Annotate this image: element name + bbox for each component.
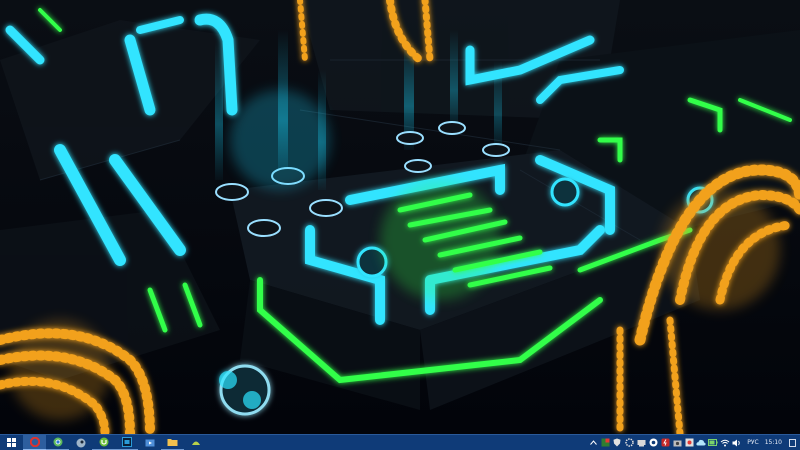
language-indicator[interactable]: РУС [747, 439, 758, 446]
chevron-up-icon[interactable] [588, 438, 598, 448]
taskbar-app-explorer[interactable] [161, 435, 184, 450]
utorrent-icon [99, 437, 108, 446]
record-icon[interactable] [684, 438, 694, 448]
wifi-icon[interactable] [720, 438, 730, 448]
clock[interactable]: 15:10 [765, 439, 782, 446]
wallpaper-neon-machinery [0, 0, 800, 434]
taskbar: РУС 15:10 [0, 434, 800, 450]
speaker-icon[interactable] [648, 438, 658, 448]
video-player-icon [145, 439, 154, 446]
network-device-icon[interactable] [636, 438, 646, 448]
taskbar-app-video[interactable] [138, 435, 161, 450]
windows-logo-icon [7, 438, 16, 447]
photoshop-icon [121, 436, 132, 447]
flash-icon[interactable] [660, 438, 670, 448]
taskbar-app-utorrent[interactable] [92, 435, 115, 450]
action-center-icon[interactable] [788, 438, 796, 448]
desktop: РУС 15:10 [0, 0, 800, 450]
taskbar-app-media[interactable] [184, 435, 207, 450]
chrome-browser-icon [53, 437, 62, 446]
file-explorer-icon [167, 438, 178, 446]
steam-app-icon [76, 438, 85, 447]
media-app-icon [191, 441, 200, 445]
start-button[interactable] [0, 435, 23, 450]
shield-icon[interactable] [612, 438, 622, 448]
opera-browser-icon [29, 436, 40, 447]
system-tray: РУС 15:10 [587, 435, 800, 450]
cloud-icon[interactable] [696, 438, 706, 448]
taskbar-app-steam[interactable] [69, 435, 92, 450]
notification-app-icon[interactable] [600, 438, 610, 448]
taskbar-app-opera[interactable] [23, 434, 46, 450]
taskbar-app-chrome[interactable] [46, 435, 69, 450]
gear-icon[interactable] [624, 438, 634, 448]
camera-icon[interactable] [672, 438, 682, 448]
volume-icon[interactable] [732, 438, 742, 448]
taskbar-app-photoshop[interactable] [115, 435, 138, 450]
battery-icon[interactable] [708, 438, 718, 448]
